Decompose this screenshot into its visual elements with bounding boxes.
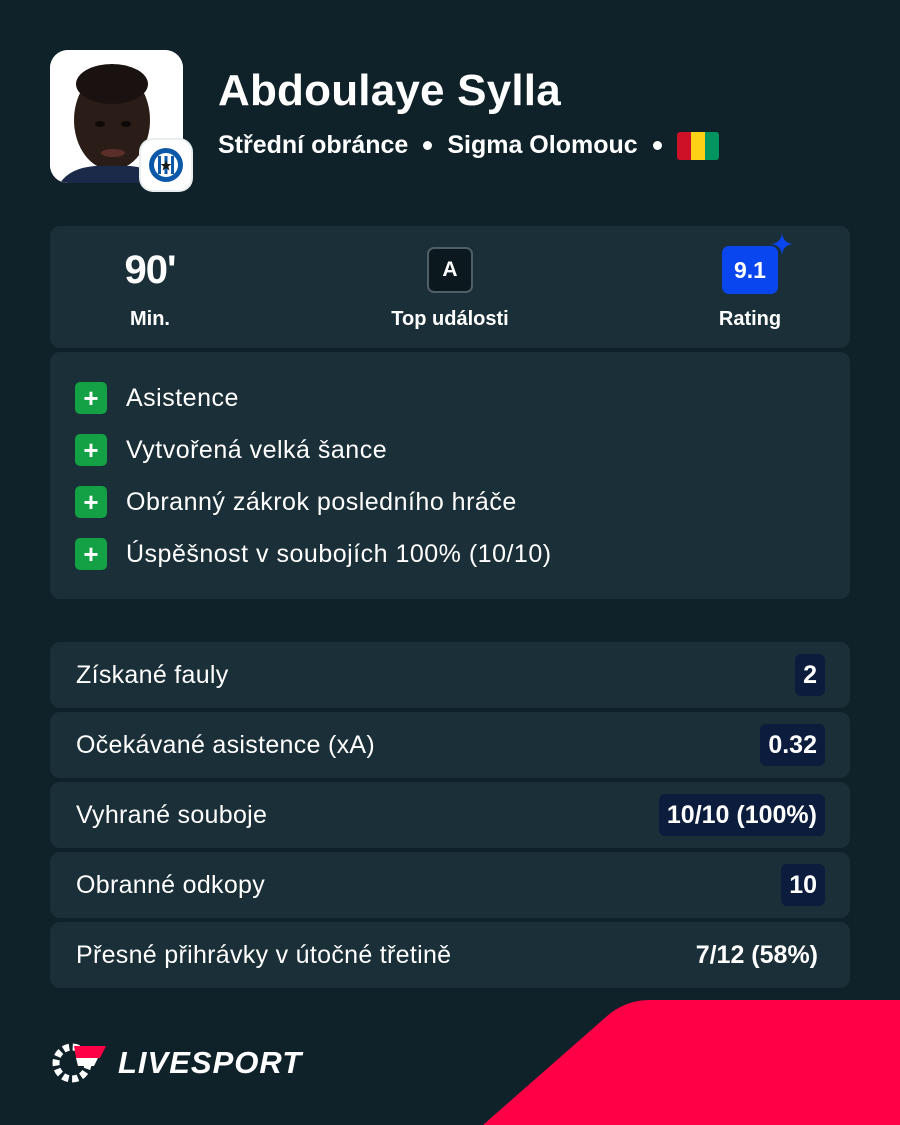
stat-row-expected-assists: Očekávané asistence (xA) 0.32 [50,712,850,778]
plus-icon: + [75,434,107,466]
stat-label: Obranné odkopy [76,871,266,899]
highlights-panel: + Asistence + Vytvořená velká šance + Ob… [50,352,850,599]
stat-value: 10/10 (100%) [658,794,825,836]
stat-label: Přesné přihrávky v útočné třetině [76,941,452,969]
highlight-item: + Úspěšnost v soubojích 100% (10/10) [75,538,552,570]
stat-value: 7/12 (58%) [695,941,818,969]
stat-row-fouls-won: Získané fauly 2 [50,642,850,708]
plus-icon: + [75,382,107,414]
minutes-value: 90' [124,247,176,292]
livesport-logo-icon [52,1043,106,1083]
guinea-flag-icon [676,131,719,160]
livesport-logo: LIVESPORT [50,1040,302,1086]
highlight-item: + Asistence [75,382,239,414]
assist-event-badge: A [427,247,473,293]
highlight-text: Obranný zákrok posledního hráče [126,487,517,516]
player-club: Sigma Olomouc [447,131,638,159]
rating-label: Rating [718,308,782,330]
highlight-text: Asistence [126,383,239,412]
brand-name: LIVESPORT [118,1045,303,1080]
stat-value: 0.32 [760,724,825,766]
stat-label: Vyhrané souboje [76,801,268,829]
separator-dot [652,141,662,150]
match-summary-panel: 90' Min. A Top události 9.1 Rating [50,226,850,348]
plus-icon: + [75,538,107,570]
player-position: Střední obránce [218,131,409,159]
stat-value: 2 [795,654,825,696]
highlight-text: Vytvořená velká šance [126,435,388,464]
minutes-stat: 90' Min. [50,226,250,348]
club-crest-icon [141,140,191,190]
sparkle-icon [771,233,793,255]
separator-dot [423,141,433,150]
highlight-item: + Vytvořená velká šance [75,434,387,466]
top-events-label: Top události [391,308,509,330]
minutes-label: Min. [130,308,170,330]
top-events-stat: A Top události [350,226,550,348]
plus-icon: + [75,486,107,518]
player-meta: Střední obránce Sigma Olomouc [218,131,719,160]
stat-label: Očekávané asistence (xA) [76,731,375,759]
stat-value: 10 [781,864,825,906]
stat-label: Získané fauly [76,661,229,689]
highlight-item: + Obranný zákrok posledního hráče [75,486,517,518]
player-name: Abdoulaye Sylla [218,66,561,115]
highlight-text: Úspěšnost v soubojích 100% (10/10) [126,539,552,568]
rating-stat: 9.1 Rating [650,226,850,348]
stat-row-duels-won: Vyhrané souboje 10/10 (100%) [50,782,850,848]
stat-row-final-third-passes: Přesné přihrávky v útočné třetině 7/12 (… [50,922,850,988]
stat-row-clearances: Obranné odkopy 10 [50,852,850,918]
